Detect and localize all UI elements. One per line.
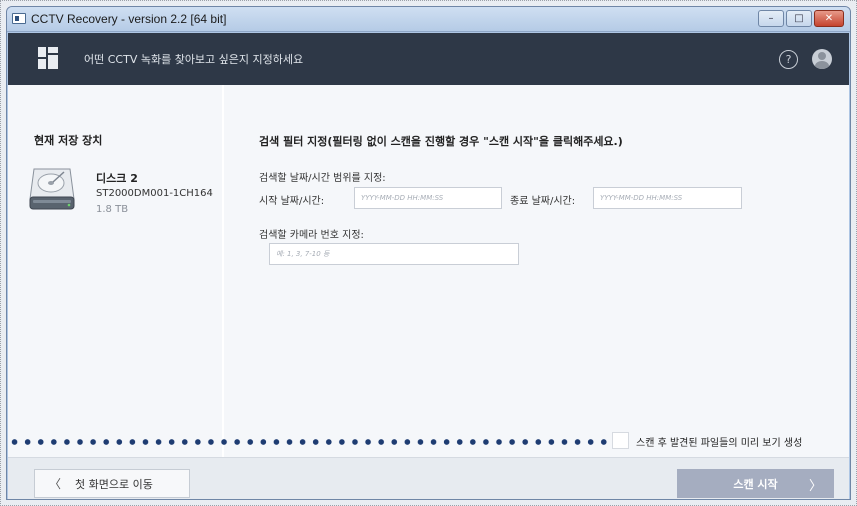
- window-controls: – □ ✕: [758, 10, 844, 27]
- back-button[interactable]: 〈 첫 화면으로 이동: [34, 469, 190, 498]
- back-button-label: 첫 화면으로 이동: [75, 477, 153, 491]
- start-datetime-input[interactable]: [354, 187, 502, 209]
- user-icon[interactable]: [812, 49, 832, 69]
- header-bar: 어떤 CCTV 녹화를 찾아보고 싶은지 지정하세요 ?: [8, 33, 849, 85]
- title-bar[interactable]: CCTV Recovery - version 2.2 [64 bit] – □…: [7, 7, 850, 32]
- filter-panel: 검색 필터 지정(필터링 없이 스캔을 진행할 경우 "스캔 시작"을 클릭해주…: [226, 85, 849, 457]
- storage-heading: 현재 저장 장치: [34, 134, 103, 147]
- preview-checkbox[interactable]: [612, 432, 629, 449]
- window-title: CCTV Recovery - version 2.2 [64 bit]: [31, 12, 227, 26]
- maximize-button[interactable]: □: [786, 10, 812, 27]
- date-range-label: 검색할 날짜/시간 범위를 지정:: [259, 173, 386, 184]
- app-window: CCTV Recovery - version 2.2 [64 bit] – □…: [6, 6, 851, 500]
- disk-model: ST2000DM001-1CH164: [96, 188, 213, 199]
- chevron-left-icon: 〈: [49, 477, 62, 491]
- storage-panel: 현재 저장 장치 디스크 2 ST2000DM001-1CH164 1.8 TB: [8, 85, 224, 457]
- disk-name: 디스크 2: [96, 172, 138, 185]
- disk-size: 1.8 TB: [96, 204, 129, 215]
- hard-disk-icon: [29, 168, 75, 210]
- close-button[interactable]: ✕: [814, 10, 844, 27]
- camera-number-label: 검색할 카메라 번호 지정:: [259, 230, 364, 241]
- dotted-separator: [8, 438, 608, 446]
- grid-icon[interactable]: [38, 47, 58, 69]
- end-datetime-input[interactable]: [593, 187, 742, 209]
- footer-bar: 〈 첫 화면으로 이동 스캔 시작 〉: [8, 457, 849, 499]
- help-icon[interactable]: ?: [779, 50, 798, 69]
- filter-title: 검색 필터 지정(필터링 없이 스캔을 진행할 경우 "스캔 시작"을 클릭해주…: [259, 135, 623, 148]
- preview-checkbox-label[interactable]: 스캔 후 발견된 파일들의 미리 보기 생성: [636, 434, 802, 449]
- minimize-button[interactable]: –: [758, 10, 784, 27]
- end-datetime-label: 종료 날짜/시간:: [510, 196, 576, 207]
- camera-number-input[interactable]: [269, 243, 519, 265]
- start-scan-label: 스캔 시작: [733, 477, 778, 491]
- start-scan-button[interactable]: 스캔 시작 〉: [677, 469, 834, 498]
- chevron-right-icon: 〉: [808, 479, 822, 494]
- start-datetime-label: 시작 날짜/시간:: [259, 196, 325, 207]
- page-title: 어떤 CCTV 녹화를 찾아보고 싶은지 지정하세요: [84, 53, 304, 66]
- main-content: 현재 저장 장치 디스크 2 ST2000DM001-1CH164 1.8 TB…: [8, 85, 849, 457]
- app-icon: [12, 13, 26, 24]
